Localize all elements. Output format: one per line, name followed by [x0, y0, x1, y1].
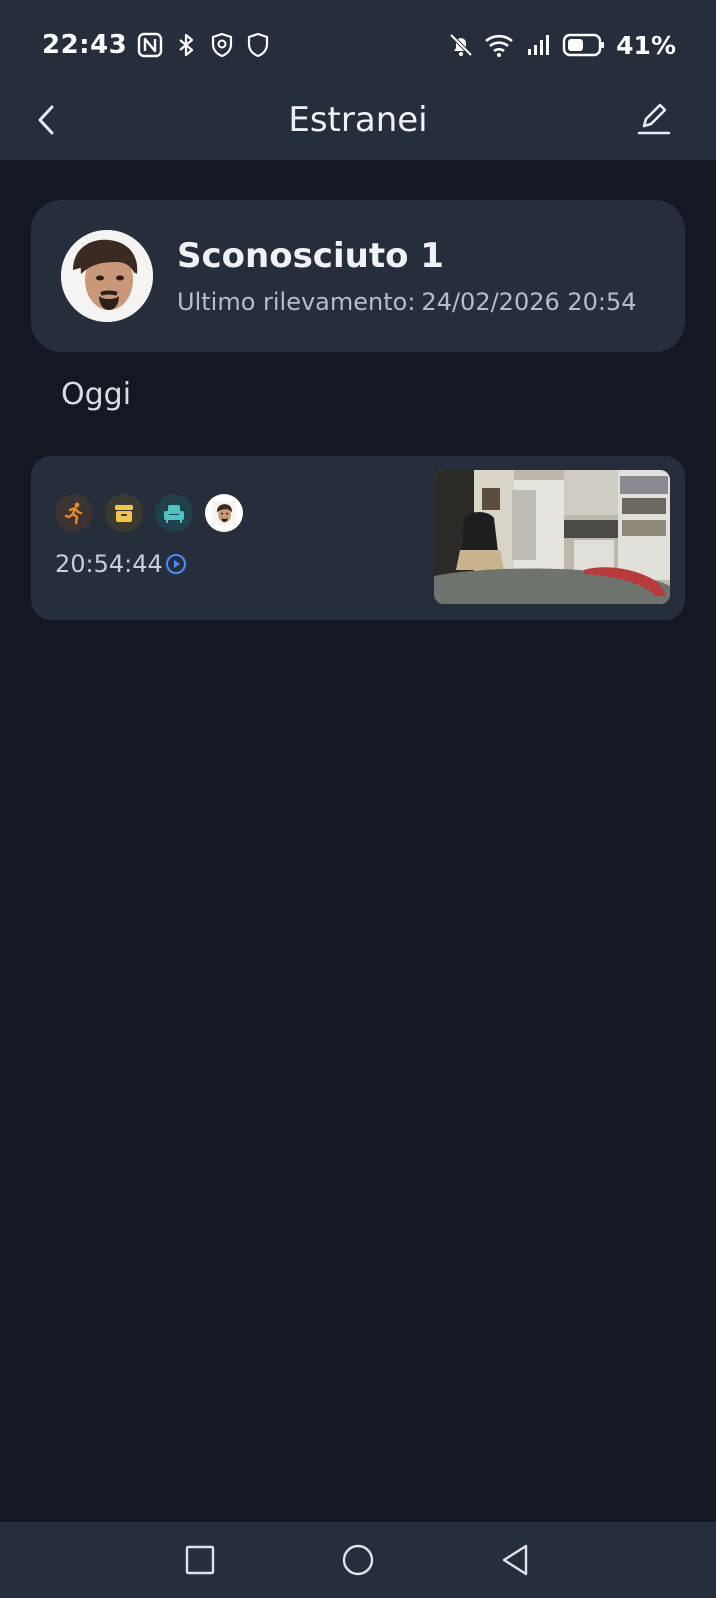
page-title: Estranei	[288, 100, 428, 140]
event-time-row: 20:54:44	[55, 550, 187, 578]
edit-button[interactable]	[632, 96, 676, 140]
sofa-icon	[155, 494, 193, 532]
status-bar: 22:43 41%	[0, 18, 716, 72]
last-detection-value: 24/02/2026 20:54	[421, 288, 637, 316]
event-card[interactable]: 20:54:44	[31, 456, 685, 620]
section-header-today: Oggi	[61, 377, 132, 412]
app-bar: Estranei	[0, 80, 716, 160]
last-detection: Ultimo rilevamento: 24/02/2026 20:54	[177, 288, 637, 316]
battery-icon	[562, 32, 606, 58]
nfc-icon	[137, 32, 163, 58]
status-left: 22:43	[42, 30, 271, 60]
avatar	[61, 230, 153, 322]
nav-back-button[interactable]	[496, 1540, 536, 1580]
person-card[interactable]: Sconosciuto 1 Ultimo rilevamento: 24/02/…	[31, 200, 685, 352]
chevron-left-icon	[38, 105, 54, 135]
status-time: 22:43	[42, 30, 128, 60]
back-icon	[502, 1544, 528, 1576]
bell-off-icon	[448, 32, 474, 58]
bluetooth-icon	[173, 32, 199, 58]
screen: 22:43 41% Estranei Sconosciuto 1 Ultimo …	[0, 0, 716, 1598]
home-button[interactable]	[338, 1540, 378, 1580]
person-info: Sconosciuto 1 Ultimo rilevamento: 24/02/…	[177, 236, 637, 316]
recents-icon	[185, 1545, 215, 1575]
battery-percent: 41%	[616, 30, 676, 60]
back-button[interactable]	[28, 98, 64, 142]
face-avatar	[205, 494, 243, 532]
recents-button[interactable]	[180, 1540, 220, 1580]
home-icon	[342, 1544, 374, 1576]
play-icon[interactable]	[165, 553, 187, 575]
event-tags	[55, 494, 243, 532]
shield-icon	[245, 32, 271, 58]
last-detection-label: Ultimo rilevamento:	[177, 288, 416, 316]
motion-icon	[55, 494, 93, 532]
person-name: Sconosciuto 1	[177, 236, 444, 276]
event-time: 20:54:44	[55, 550, 163, 578]
package-icon	[105, 494, 143, 532]
status-right: 41%	[448, 31, 676, 60]
wifi-icon	[484, 32, 516, 58]
signal-icon	[526, 32, 552, 58]
pencil-icon	[637, 103, 671, 135]
system-nav-bar	[0, 1522, 716, 1598]
shield-badge-icon	[209, 32, 235, 58]
event-thumbnail[interactable]	[434, 470, 670, 604]
